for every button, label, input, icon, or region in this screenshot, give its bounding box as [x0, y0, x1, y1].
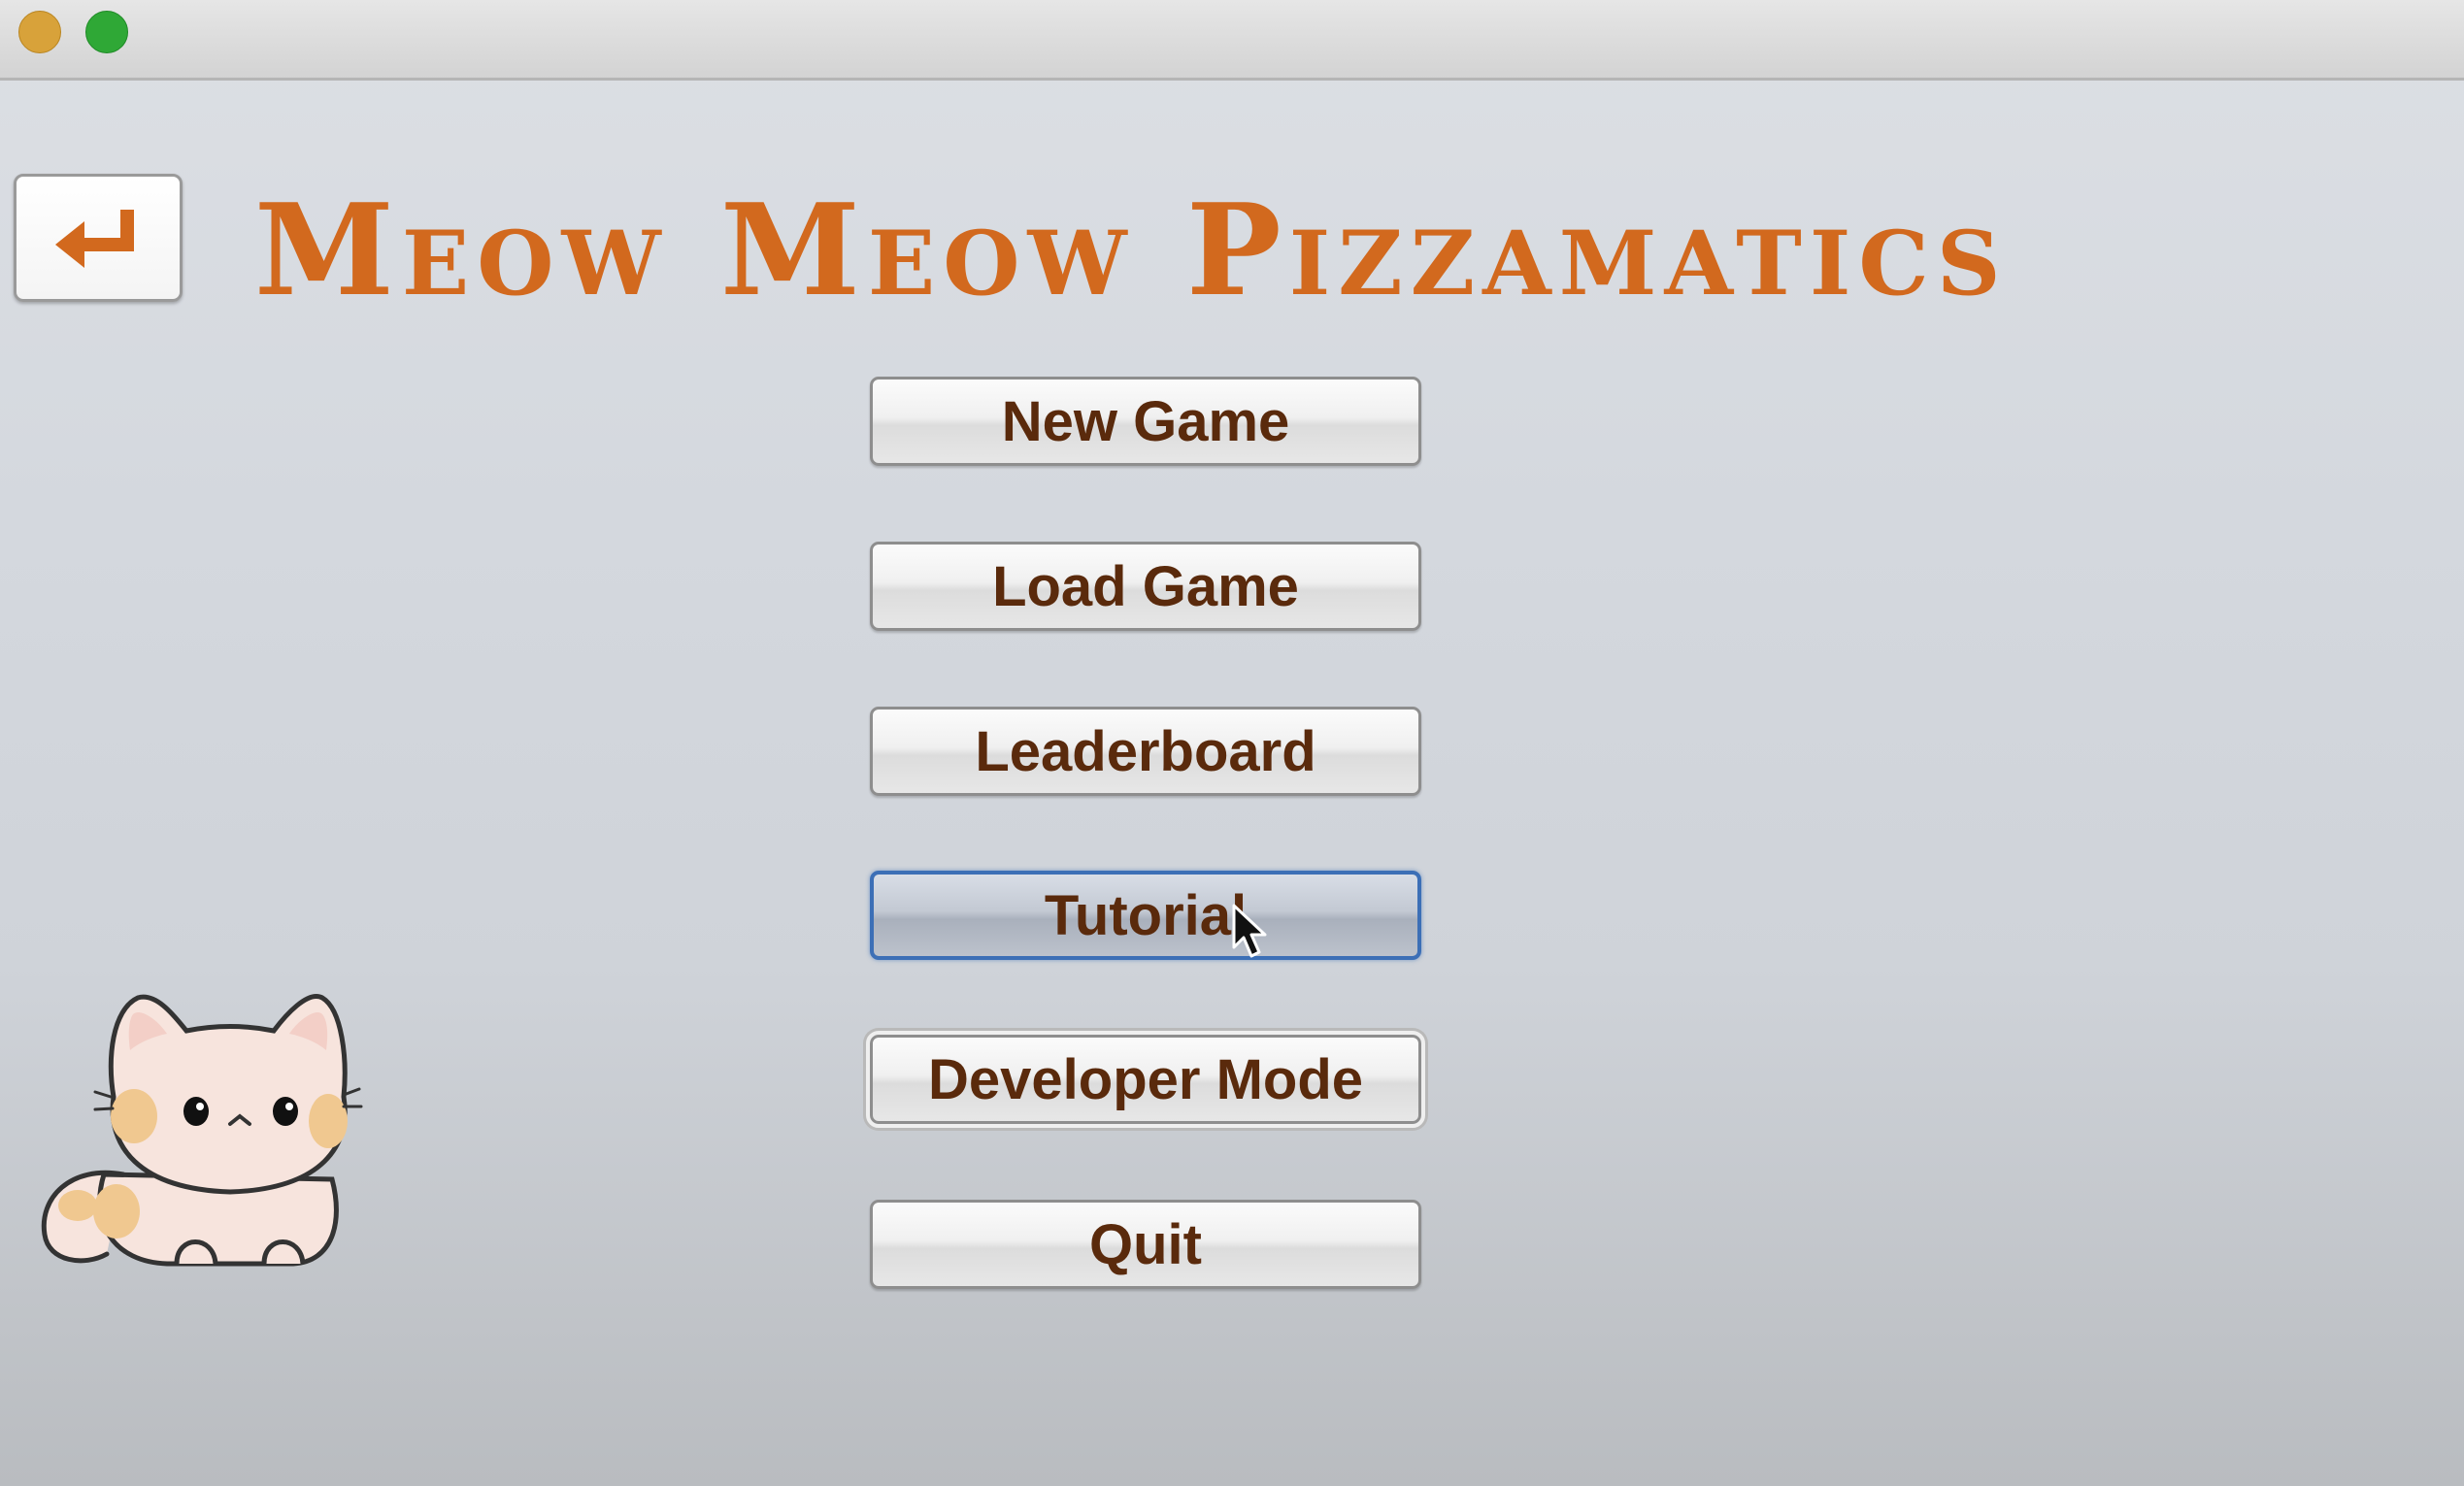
leaderboard-button[interactable]: Leaderboard — [870, 707, 1421, 796]
game-window: Meow Meow Pizzamatics New Game Load Game… — [0, 0, 2464, 1486]
game-title: Meow Meow Pizzamatics — [254, 176, 2009, 324]
return-arrow-icon — [55, 210, 134, 268]
cat-mascot-icon — [41, 994, 363, 1267]
mouse-pointer-icon — [1232, 904, 1267, 958]
new-game-button[interactable]: New Game — [870, 377, 1421, 466]
developer-mode-button[interactable]: Developer Mode — [866, 1031, 1425, 1128]
back-button[interactable] — [14, 174, 183, 302]
load-game-button[interactable]: Load Game — [870, 542, 1421, 631]
zoom-window-button[interactable] — [85, 11, 128, 53]
minimize-window-button[interactable] — [18, 11, 61, 53]
tutorial-button[interactable]: Tutorial — [870, 871, 1421, 960]
quit-button[interactable]: Quit — [870, 1200, 1421, 1289]
window-titlebar — [0, 0, 2464, 81]
